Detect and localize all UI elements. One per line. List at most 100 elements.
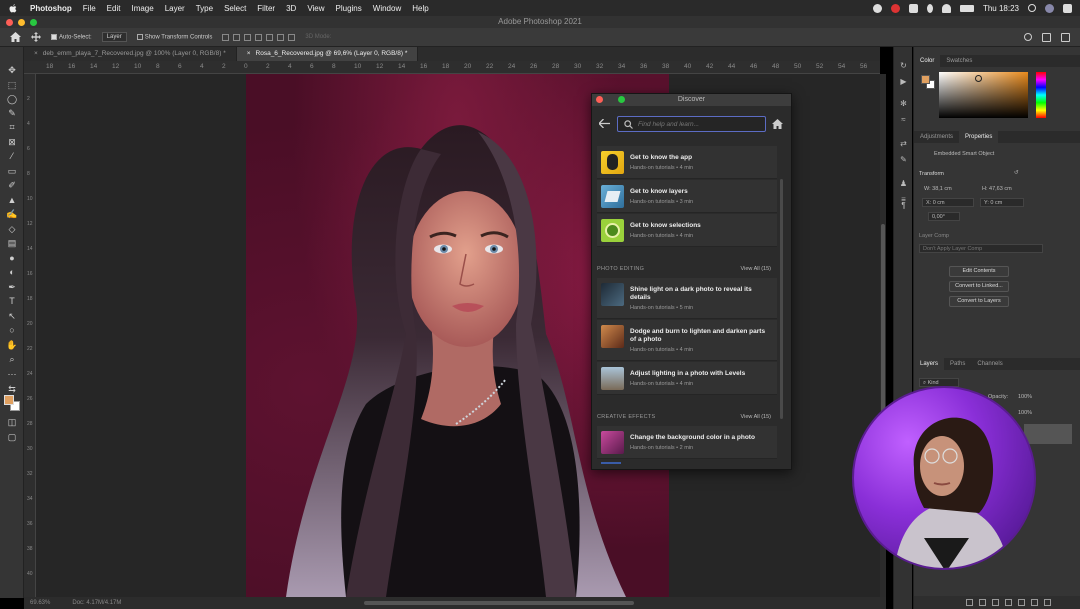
align-bottom-icon[interactable] xyxy=(277,33,285,41)
view-all-link[interactable]: View All (15) xyxy=(741,414,771,420)
menu-plugins[interactable]: Plugins xyxy=(336,4,362,13)
hand-tool-icon[interactable]: ✋ xyxy=(6,340,18,351)
convert-to-linked-button[interactable]: Convert to Linked... xyxy=(949,281,1009,292)
document-size[interactable]: Doc: 4.17M/4.17M xyxy=(72,600,121,606)
layer-comp-dropdown[interactable]: Don't Apply Layer Comp xyxy=(919,244,1043,253)
control-center-icon[interactable] xyxy=(1063,3,1072,13)
x-position-field[interactable]: X: 0 cm xyxy=(922,198,974,207)
align-top-icon[interactable] xyxy=(255,33,263,41)
move-tool-icon[interactable] xyxy=(31,32,41,42)
zoom-tool-icon[interactable]: ⌕ xyxy=(6,354,18,365)
dodge-tool-icon[interactable]: ◐ xyxy=(6,267,18,278)
color-picker-cursor[interactable] xyxy=(975,75,982,82)
shape-tool-icon[interactable]: ○ xyxy=(6,325,18,336)
settings-icon[interactable]: ✻ xyxy=(899,99,908,108)
align-middle-icon[interactable] xyxy=(266,33,274,41)
eraser-tool-icon[interactable]: ◇ xyxy=(6,224,18,235)
menu-image[interactable]: Image xyxy=(131,4,153,13)
link-layers-icon[interactable] xyxy=(966,599,973,606)
character-icon[interactable]: ✎ xyxy=(899,155,908,164)
height-value[interactable]: H: 47,63 cm xyxy=(982,186,1012,192)
menu-file[interactable]: File xyxy=(83,4,96,13)
brush-tool-icon[interactable]: ✐ xyxy=(6,180,18,191)
foreground-color-swatch[interactable] xyxy=(4,395,14,405)
edit-contents-button[interactable]: Edit Contents xyxy=(949,266,1009,277)
vertical-ruler[interactable]: 2 4 6 8 10 12 14 16 18 20 22 24 26 28 30 32 34 36 38 40 xyxy=(24,74,36,597)
tutorial-card[interactable]: Adjust lighting in a photo with Levels H… xyxy=(597,362,777,395)
libraries-icon[interactable]: ♟ xyxy=(899,179,908,188)
menu-layer[interactable]: Layer xyxy=(165,4,185,13)
tab-layers[interactable]: Layers xyxy=(914,358,945,370)
menu-edit[interactable]: Edit xyxy=(107,4,121,13)
adjustment-layer-icon[interactable] xyxy=(1005,599,1012,606)
clone-stamp-tool-icon[interactable]: ▲ xyxy=(6,195,18,206)
auto-select-target-dropdown[interactable]: Layer xyxy=(101,32,127,42)
home-icon[interactable] xyxy=(772,119,783,129)
record-icon[interactable] xyxy=(872,3,882,13)
discover-search-field[interactable] xyxy=(617,116,766,132)
tutorial-card[interactable]: Get to know layers Hands-on tutorials • … xyxy=(597,180,777,213)
discover-search-input[interactable] xyxy=(638,119,758,129)
screen-mode-icon[interactable]: ▢ xyxy=(6,432,18,443)
horizontal-ruler[interactable]: 18 16 14 12 10 8 6 4 2 0 2 4 6 8 10 12 14 16 18 20 22 24 26 28 3… xyxy=(24,61,880,74)
frame-tool-icon[interactable]: ⊠ xyxy=(6,137,18,148)
brush-presets-icon[interactable]: ≈ xyxy=(899,115,908,124)
tutorial-card[interactable]: Get to know the app Hands-on tutorials •… xyxy=(597,146,777,179)
swap-colors-icon[interactable]: ⇆ xyxy=(6,384,18,395)
eyedropper-tool-icon[interactable]: ⁄ xyxy=(6,151,18,162)
workspace-icon[interactable] xyxy=(1042,32,1051,42)
tutorial-card[interactable]: Dodge and burn to lighten and darken par… xyxy=(597,320,777,361)
layer-row-selected[interactable] xyxy=(1024,424,1072,444)
tutorial-card-partial[interactable] xyxy=(601,462,621,464)
back-arrow-icon[interactable] xyxy=(599,119,610,128)
search-icon[interactable] xyxy=(1024,33,1032,41)
canvas-horizontal-scrollbar[interactable] xyxy=(364,601,634,605)
healing-brush-tool-icon[interactable]: ▭ xyxy=(6,166,18,177)
blur-tool-icon[interactable]: ● xyxy=(6,253,18,264)
tutorial-card[interactable]: Change the background color in a photo H… xyxy=(597,426,777,459)
wifi-icon[interactable] xyxy=(941,3,951,13)
hue-slider[interactable] xyxy=(1036,72,1046,118)
tab-paths[interactable]: Paths xyxy=(944,358,971,370)
more-tools-icon[interactable]: ⋯ xyxy=(6,369,18,380)
quick-selection-tool-icon[interactable]: ✎ xyxy=(6,108,18,119)
close-tab-icon[interactable]: × xyxy=(34,50,38,57)
close-tab-icon[interactable]: × xyxy=(247,50,251,57)
pen-tool-icon[interactable]: ✒ xyxy=(6,282,18,293)
tutorial-card[interactable]: Get to know selections Hands-on tutorial… xyxy=(597,214,777,247)
crop-tool-icon[interactable]: ⌗ xyxy=(6,122,18,133)
width-value[interactable]: W: 38,1 cm xyxy=(924,186,952,192)
transform-controls-checkbox[interactable]: Show Transform Controls xyxy=(136,33,212,40)
discover-scrollbar[interactable] xyxy=(780,179,783,419)
delete-layer-icon[interactable] xyxy=(1044,599,1051,606)
tab-document-1[interactable]: × deb_emm_playa_7_Recovered.jpg @ 100% (L… xyxy=(24,47,237,61)
opacity-value[interactable]: 100% xyxy=(1018,394,1032,400)
gradient-tool-icon[interactable]: ▤ xyxy=(6,238,18,249)
tab-properties[interactable]: Properties xyxy=(959,131,999,143)
y-position-field[interactable]: Y: 0 cm xyxy=(980,198,1024,207)
tab-swatches[interactable]: Swatches xyxy=(940,55,978,67)
lasso-tool-icon[interactable]: ◯ xyxy=(6,94,18,105)
share-icon[interactable] xyxy=(1061,32,1070,42)
color-picker-field[interactable] xyxy=(939,72,1028,118)
user-icon[interactable] xyxy=(1045,3,1054,13)
angle-field[interactable]: 0,00° xyxy=(928,212,960,221)
quick-mask-icon[interactable]: ◫ xyxy=(6,417,18,428)
tab-adjustments[interactable]: Adjustments xyxy=(914,131,959,143)
history-icon[interactable]: ↻ xyxy=(899,61,908,70)
menu-select[interactable]: Select xyxy=(224,4,246,13)
tab-color[interactable]: Color xyxy=(914,55,941,67)
reset-transform-icon[interactable]: ↺ xyxy=(1014,170,1019,176)
foreground-color-swatch[interactable] xyxy=(921,75,930,84)
auto-select-checkbox[interactable]: Auto-Select: xyxy=(51,33,92,40)
apple-menu-icon[interactable] xyxy=(8,3,18,13)
layer-style-icon[interactable] xyxy=(979,599,986,606)
align-center-icon[interactable] xyxy=(233,33,241,41)
adjust-icon[interactable]: ⇄ xyxy=(899,139,908,148)
menu-help[interactable]: Help xyxy=(412,4,428,13)
path-selection-tool-icon[interactable]: ↖ xyxy=(6,311,18,322)
tab-channels[interactable]: Channels xyxy=(971,358,1008,370)
distribute-icon[interactable] xyxy=(288,33,296,41)
dropbox-icon[interactable] xyxy=(908,3,918,13)
menu-window[interactable]: Window xyxy=(373,4,401,13)
